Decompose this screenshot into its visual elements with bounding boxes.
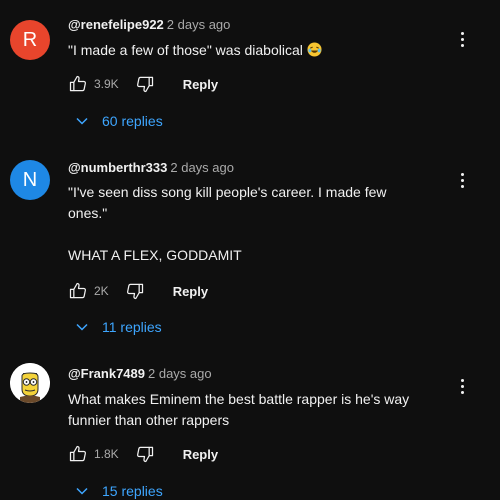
view-replies-button[interactable]: 60 replies xyxy=(74,109,163,133)
comment-line: What makes Eminem the best battle rapper… xyxy=(68,391,410,407)
cartoon-character-avatar xyxy=(10,363,50,403)
comment-line: "I've seen diss song kill people's caree… xyxy=(68,184,387,200)
view-replies-button[interactable]: 11 replies xyxy=(74,315,162,339)
comment-actions: 2K Reply xyxy=(66,279,208,303)
comment-line: funnier than other rappers xyxy=(68,412,230,428)
comment-header: @renefelipe922 2 days ago xyxy=(68,17,230,32)
avatar-letter: N xyxy=(22,168,38,191)
dislike-button[interactable] xyxy=(133,442,157,466)
comment-header: @Frank7489 2 days ago xyxy=(68,366,212,381)
comment-line: WHAT A FLEX, GODDAMIT xyxy=(68,247,242,263)
thumbs-down-icon xyxy=(136,76,153,93)
laughing-face-icon xyxy=(307,42,322,57)
comment-line: "I made a few of those" was diabolical xyxy=(68,42,303,58)
chevron-down-icon xyxy=(76,487,88,495)
comment-text: "I made a few of those" was diabolical xyxy=(68,40,448,61)
thumbs-down-icon xyxy=(136,446,153,463)
comment-text: "I've seen diss song kill people's caree… xyxy=(68,182,448,266)
thumbs-down-icon xyxy=(126,283,143,300)
timestamp[interactable]: 2 days ago xyxy=(167,17,231,32)
chevron-down-icon xyxy=(76,323,88,331)
view-replies-button[interactable]: 15 replies xyxy=(74,479,163,500)
comment-actions: 1.8K Reply xyxy=(66,442,218,466)
comment-menu-button[interactable] xyxy=(454,27,470,51)
like-count: 2K xyxy=(94,284,109,298)
like-button[interactable] xyxy=(66,279,90,303)
comment-line: ones." xyxy=(68,205,108,221)
comment-menu-button[interactable] xyxy=(454,168,470,192)
timestamp[interactable]: 2 days ago xyxy=(148,366,212,381)
like-count: 3.9K xyxy=(94,77,119,91)
like-button[interactable] xyxy=(66,72,90,96)
author-handle[interactable]: @renefelipe922 xyxy=(68,17,164,32)
comment-header: @numberthr333 2 days ago xyxy=(68,160,234,175)
replies-count: 11 replies xyxy=(102,319,162,335)
reply-button[interactable]: Reply xyxy=(183,77,218,92)
avatar[interactable] xyxy=(10,363,50,403)
comment-text: What makes Eminem the best battle rapper… xyxy=(68,389,448,431)
dislike-button[interactable] xyxy=(133,72,157,96)
author-handle[interactable]: @Frank7489 xyxy=(68,366,145,381)
timestamp[interactable]: 2 days ago xyxy=(170,160,234,175)
thumbs-up-icon xyxy=(69,75,86,92)
thumbs-up-icon xyxy=(69,445,86,462)
like-count: 1.8K xyxy=(94,447,119,461)
dislike-button[interactable] xyxy=(123,279,147,303)
author-handle[interactable]: @numberthr333 xyxy=(68,160,167,175)
comment-actions: 3.9K Reply xyxy=(66,72,218,96)
replies-count: 60 replies xyxy=(102,113,163,129)
replies-count: 15 replies xyxy=(102,483,163,499)
chevron-down-icon xyxy=(76,117,88,125)
comment-menu-button[interactable] xyxy=(454,374,470,398)
reply-button[interactable]: Reply xyxy=(183,447,218,462)
reply-button[interactable]: Reply xyxy=(173,284,208,299)
like-button[interactable] xyxy=(66,442,90,466)
thumbs-up-icon xyxy=(69,282,86,299)
avatar-letter: R xyxy=(22,28,38,51)
avatar[interactable]: R xyxy=(10,20,50,60)
avatar[interactable]: N xyxy=(10,160,50,200)
